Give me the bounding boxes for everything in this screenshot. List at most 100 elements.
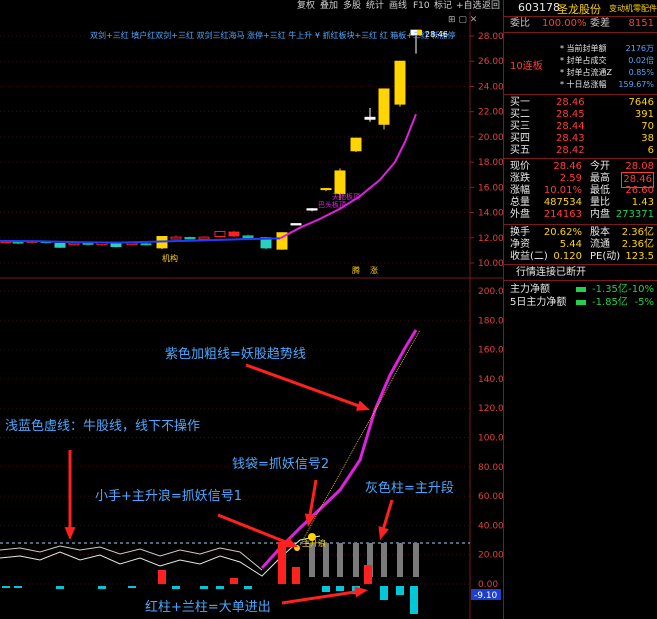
stock-header: 603178 圣龙股份 变动机零配件	[504, 0, 657, 17]
price-axis-label: 10.00	[478, 259, 503, 269]
red-volume-bar	[278, 542, 286, 584]
price-top-legend: 双剑+三红 填户红双剑+三红 双剑三红海马 涨停+三红 牛上升 ¥ 抓红板块+三…	[90, 30, 456, 40]
chart-svg[interactable]: 28.00 26.00 24.00 22.00 20.00 18.00 16.00 14.00…	[0, 0, 503, 619]
candlesticks	[0, 29, 422, 250]
candle-body	[306, 208, 318, 211]
price-axis-label: 16.00	[478, 183, 503, 193]
toolbar-f10[interactable]: F10	[413, 0, 430, 12]
candle-body	[334, 170, 346, 195]
quote-panel: 603178 圣龙股份 变动机零配件 委比 100.00% 委差 8151 10…	[503, 0, 657, 619]
toolbar-biaoji[interactable]: 标记	[434, 0, 452, 12]
annot-red-blue: 红柱+兰柱=大单进出	[145, 599, 271, 615]
price-axis-label: 28.00	[478, 32, 503, 42]
annot-purple-line: 紫色加粗线=妖股趋势线	[165, 346, 306, 362]
chart-controls[interactable]: ⊞ ▢ ✕	[448, 15, 477, 25]
candle-body	[170, 236, 182, 240]
cyan-volume-bar	[216, 586, 224, 589]
stat2-value: 0.120	[553, 251, 582, 262]
chart-stage[interactable]: 28.00 26.00 24.00 22.00 20.00 18.00 16.00 14.00…	[0, 0, 657, 619]
red-volume-bar	[230, 578, 238, 584]
capital-flow-row: 主力净额 -1.35亿 -10%	[508, 283, 654, 297]
annot-gray-bar: 灰色柱=主升段	[365, 480, 454, 496]
flow-value: -1.35亿	[592, 284, 628, 295]
cyan-volume-bar	[336, 586, 344, 591]
candle-body	[364, 116, 376, 120]
red-arrow-shaft	[217, 513, 290, 545]
signal-label-1: 天地板顶	[332, 192, 360, 201]
weicha-value: 8151	[628, 18, 654, 29]
weibi-label: 委比	[510, 18, 530, 29]
price-axis-label: 18.00	[478, 158, 503, 168]
toolbar-huaxian[interactable]: 画线	[389, 0, 407, 12]
indicator-axis-label: 100.0	[478, 434, 503, 444]
stat-label: 内盘	[590, 209, 610, 220]
indicator-axis-label: 40.00	[478, 521, 503, 531]
toolbar-zixuan[interactable]: +自选	[456, 0, 482, 12]
red-volume-bar	[364, 565, 372, 584]
indicator-axis-label: 20.00	[478, 551, 503, 561]
candle-body	[184, 237, 196, 240]
signal-label-2: 巴头板顶	[318, 200, 346, 209]
candle-body	[68, 242, 80, 246]
cyan-volume-bar	[244, 586, 252, 589]
red-arrow-shaft	[245, 363, 362, 408]
candle-body	[378, 88, 390, 125]
candle-body	[228, 231, 240, 237]
toolbar-duogu[interactable]: 多股	[343, 0, 361, 12]
flow-pct: -10%	[628, 284, 654, 295]
indicator-white-line-2	[0, 545, 263, 571]
gray-bar	[323, 543, 329, 577]
pink-trend-line	[279, 113, 417, 240]
cyan-volume-bar	[56, 586, 64, 589]
flow-pct: -5%	[634, 297, 654, 308]
toolbar-fuquan[interactable]: 复权	[297, 0, 315, 12]
lianban-info-row: * 十日总涨幅 159.67%	[508, 78, 654, 92]
zhusheng-label: 主升浪	[302, 538, 326, 548]
cyan-volume-bar	[410, 586, 418, 614]
red-arrow-shaft	[308, 479, 318, 518]
candle-body	[214, 230, 226, 238]
price-axis-label: 20.00	[478, 133, 503, 143]
indicator-axis-label: 140.0	[478, 375, 503, 385]
last-price-tag: 28.46	[425, 30, 448, 39]
weibi-value: 100.00%	[542, 18, 587, 29]
flow-label: 5日主力净额	[510, 297, 567, 308]
red-volume-bar	[292, 567, 300, 584]
price-axis-label: 14.00	[478, 209, 503, 219]
toolbar-fanhui[interactable]: 返回	[482, 0, 500, 12]
indicator-purple-line	[260, 329, 418, 570]
annot-light-blue: 浅蓝色虚线：牛股线，线下不操作	[5, 418, 200, 434]
gray-bar	[337, 543, 343, 577]
indicator-axis-label: 120.0	[478, 404, 503, 414]
flow-bar	[576, 300, 586, 305]
gray-bar	[353, 543, 359, 577]
candle-body	[54, 242, 66, 248]
gray-bar	[397, 543, 403, 577]
toolbar-tongji[interactable]: 统计	[366, 0, 384, 12]
weibi-row: 委比 100.00% 委差 8151	[508, 17, 654, 31]
indicator-axis-label: 200.0	[478, 287, 503, 297]
indicator-axis-label: 160.0	[478, 346, 503, 356]
candle-body	[290, 223, 302, 226]
stock-industry: 变动机零配件	[609, 4, 657, 13]
cyan-volume-bar	[2, 586, 10, 588]
stock-code: 603178	[518, 1, 560, 14]
toolbar-diejia[interactable]: 叠加	[320, 0, 338, 12]
annot-money-bag: 钱袋=抓妖信号2	[232, 457, 329, 472]
flow-label: 主力净额	[510, 284, 550, 295]
blue-ma-line	[0, 237, 281, 244]
red-arrow-shaft	[281, 590, 359, 605]
stat-value: 273371	[615, 209, 654, 220]
zhangting-label-2: 涨	[370, 265, 378, 275]
price-axis-label: 22.00	[478, 108, 503, 118]
indicator-current-value: -9.10	[474, 591, 498, 601]
candle-body	[320, 188, 332, 191]
stat-row: 外盘 214163 内盘 273371	[508, 208, 654, 222]
red-arrow-shaft	[381, 499, 394, 531]
stat2-row: 收益(二) 0.120 PE(动) 123.5	[508, 250, 654, 264]
price-axis-label: 24.00	[478, 82, 503, 92]
candle-body	[394, 60, 406, 105]
buy-level-row: 买五 28.42 6	[508, 144, 654, 158]
cyan-volume-bar	[200, 586, 208, 589]
last-price-marker	[417, 30, 422, 35]
